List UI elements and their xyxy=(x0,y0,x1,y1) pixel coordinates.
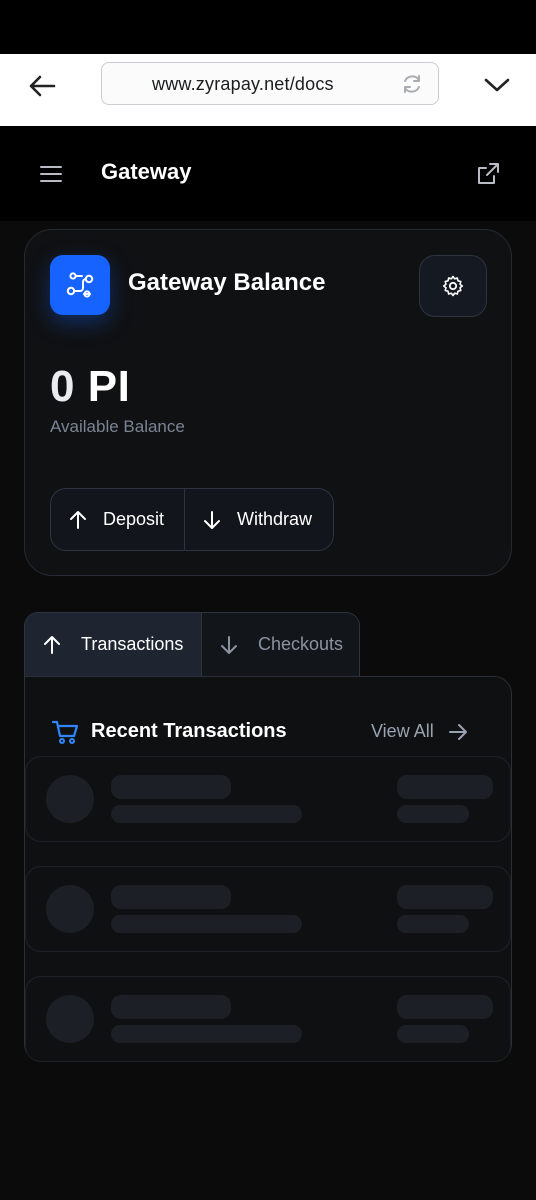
page-title: Gateway xyxy=(101,159,192,184)
url-text: www.zyrapay.net/docs xyxy=(152,74,334,94)
url-bar[interactable]: www.zyrapay.net/docs xyxy=(101,62,439,105)
arrow-right-icon xyxy=(448,723,467,740)
recent-transactions-title: Recent Transactions xyxy=(91,720,287,742)
withdraw-label: Withdraw xyxy=(237,509,313,529)
transaction-skeleton-row xyxy=(25,756,511,842)
back-arrow-icon[interactable] xyxy=(24,68,60,104)
skeleton-avatar xyxy=(46,885,94,933)
skeleton-line xyxy=(111,915,302,933)
skeleton-line xyxy=(111,1025,302,1043)
card-title: Gateway Balance xyxy=(128,269,326,296)
arrow-up-icon xyxy=(44,635,60,654)
view-all-label: View All xyxy=(371,721,434,741)
tab-checkouts[interactable]: Checkouts xyxy=(202,613,359,676)
skeleton-line xyxy=(397,915,469,933)
deposit-button[interactable]: Deposit xyxy=(51,489,185,550)
balance-unit: PI xyxy=(87,362,131,411)
tab-bar: Transactions Checkouts xyxy=(24,612,360,676)
status-bar xyxy=(0,0,536,54)
external-link-icon[interactable] xyxy=(474,160,502,188)
skeleton-line xyxy=(397,885,493,909)
browser-toolbar: www.zyrapay.net/docs xyxy=(0,54,536,126)
reload-icon[interactable] xyxy=(400,72,424,96)
arrow-down-icon xyxy=(221,635,237,654)
chevron-down-icon[interactable] xyxy=(480,68,514,102)
skeleton-line xyxy=(111,805,302,823)
transaction-skeleton-row xyxy=(25,866,511,952)
route-icon xyxy=(50,255,110,315)
transaction-skeleton-row xyxy=(25,976,511,1062)
tab-label: Checkouts xyxy=(258,634,344,654)
skeleton-line xyxy=(111,995,231,1019)
withdraw-button[interactable]: Withdraw xyxy=(185,489,333,550)
balance-actions: Deposit Withdraw xyxy=(50,488,334,551)
app-header: Gateway xyxy=(0,126,536,221)
transactions-panel: Recent Transactions View All xyxy=(24,676,512,1062)
settings-button[interactable] xyxy=(419,255,487,317)
cart-icon xyxy=(51,718,79,746)
tab-label: Transactions xyxy=(81,634,184,654)
arrow-up-icon xyxy=(70,510,86,529)
balance-amount: 0 PI xyxy=(50,362,130,412)
balance-label: Available Balance xyxy=(50,417,185,436)
view-all-link[interactable]: View All xyxy=(371,721,468,742)
deposit-label: Deposit xyxy=(103,509,165,529)
gear-icon xyxy=(442,275,464,297)
skeleton-line xyxy=(397,805,469,823)
skeleton-avatar xyxy=(46,775,94,823)
hamburger-icon[interactable] xyxy=(38,162,64,186)
balance-card: Gateway Balance 0 PI Available Balance D… xyxy=(24,229,512,576)
skeleton-line xyxy=(111,775,231,799)
skeleton-line xyxy=(397,995,493,1019)
skeleton-line xyxy=(397,775,493,799)
skeleton-line xyxy=(397,1025,469,1043)
balance-number: 0 xyxy=(50,362,75,411)
tab-transactions[interactable]: Transactions xyxy=(25,613,202,676)
skeleton-avatar xyxy=(46,995,94,1043)
skeleton-line xyxy=(111,885,231,909)
arrow-down-icon xyxy=(204,510,220,529)
